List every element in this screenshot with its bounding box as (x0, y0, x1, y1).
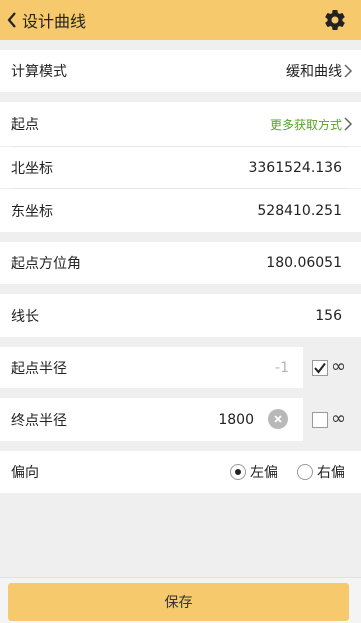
back-button[interactable] (2, 0, 22, 40)
chevron-left-icon (7, 12, 16, 28)
left-offset-radio[interactable] (230, 464, 246, 480)
azimuth-row[interactable]: 起点方位角 180.06051 (0, 242, 361, 284)
length-label: 线长 (11, 308, 39, 325)
close-icon (274, 415, 282, 423)
left-offset-label[interactable]: 左偏 (250, 462, 278, 482)
north-label: 北坐标 (11, 160, 53, 177)
start-radius-input[interactable]: -1 (275, 360, 289, 376)
calc-mode-label: 计算模式 (11, 64, 67, 80)
right-offset-radio[interactable] (297, 464, 313, 480)
start-point-label: 起点 (11, 117, 39, 133)
save-button[interactable]: 保存 (8, 583, 349, 621)
calc-mode-value: 缓和曲线 (286, 64, 342, 80)
east-value[interactable]: 528410.251 (257, 203, 342, 219)
clear-button[interactable] (268, 409, 288, 429)
right-offset-label[interactable]: 右偏 (317, 462, 345, 482)
infinity-icon: ∞ (331, 356, 346, 377)
length-row[interactable]: 线长 156 (0, 294, 361, 337)
chevron-right-icon[interactable] (343, 117, 353, 131)
start-radius-label: 起点半径 (11, 360, 67, 377)
offset-label: 偏向 (11, 465, 39, 481)
more-methods-link[interactable]: 更多获取方式 (270, 116, 342, 133)
header-bar: 设计曲线 (0, 0, 361, 40)
end-radius-input[interactable]: 1800 (218, 412, 254, 428)
azimuth-label: 起点方位角 (11, 256, 81, 272)
settings-button[interactable] (323, 8, 347, 32)
north-row[interactable]: 北坐标 3361524.136 (0, 147, 361, 188)
end-radius-row[interactable]: 终点半径 1800 (0, 398, 303, 441)
north-value[interactable]: 3361524.136 (248, 160, 342, 176)
end-radius-label: 终点半径 (11, 412, 67, 429)
start-point-row: 起点 更多获取方式 (0, 102, 361, 146)
infinity-icon: ∞ (331, 408, 346, 429)
end-radius-infinite-checkbox[interactable] (312, 412, 328, 428)
chevron-right-icon (344, 64, 353, 78)
calc-mode-row[interactable]: 计算模式 缓和曲线 (0, 50, 361, 92)
gear-icon (325, 10, 345, 31)
page-title: 设计曲线 (22, 12, 87, 31)
east-label: 东坐标 (11, 203, 53, 220)
start-radius-infinite-checkbox[interactable] (312, 360, 328, 376)
length-value[interactable]: 156 (315, 308, 342, 324)
design-curve-screen: 设计曲线 计算模式 缓和曲线 起点 更多获取方式 北坐标 3361524.136… (0, 0, 361, 623)
check-icon (314, 362, 326, 374)
start-radius-row[interactable]: 起点半径 -1 (0, 347, 303, 388)
azimuth-value[interactable]: 180.06051 (266, 255, 342, 271)
offset-row: 偏向 左偏 右偏 (0, 451, 361, 493)
east-row[interactable]: 东坐标 528410.251 (0, 189, 361, 232)
